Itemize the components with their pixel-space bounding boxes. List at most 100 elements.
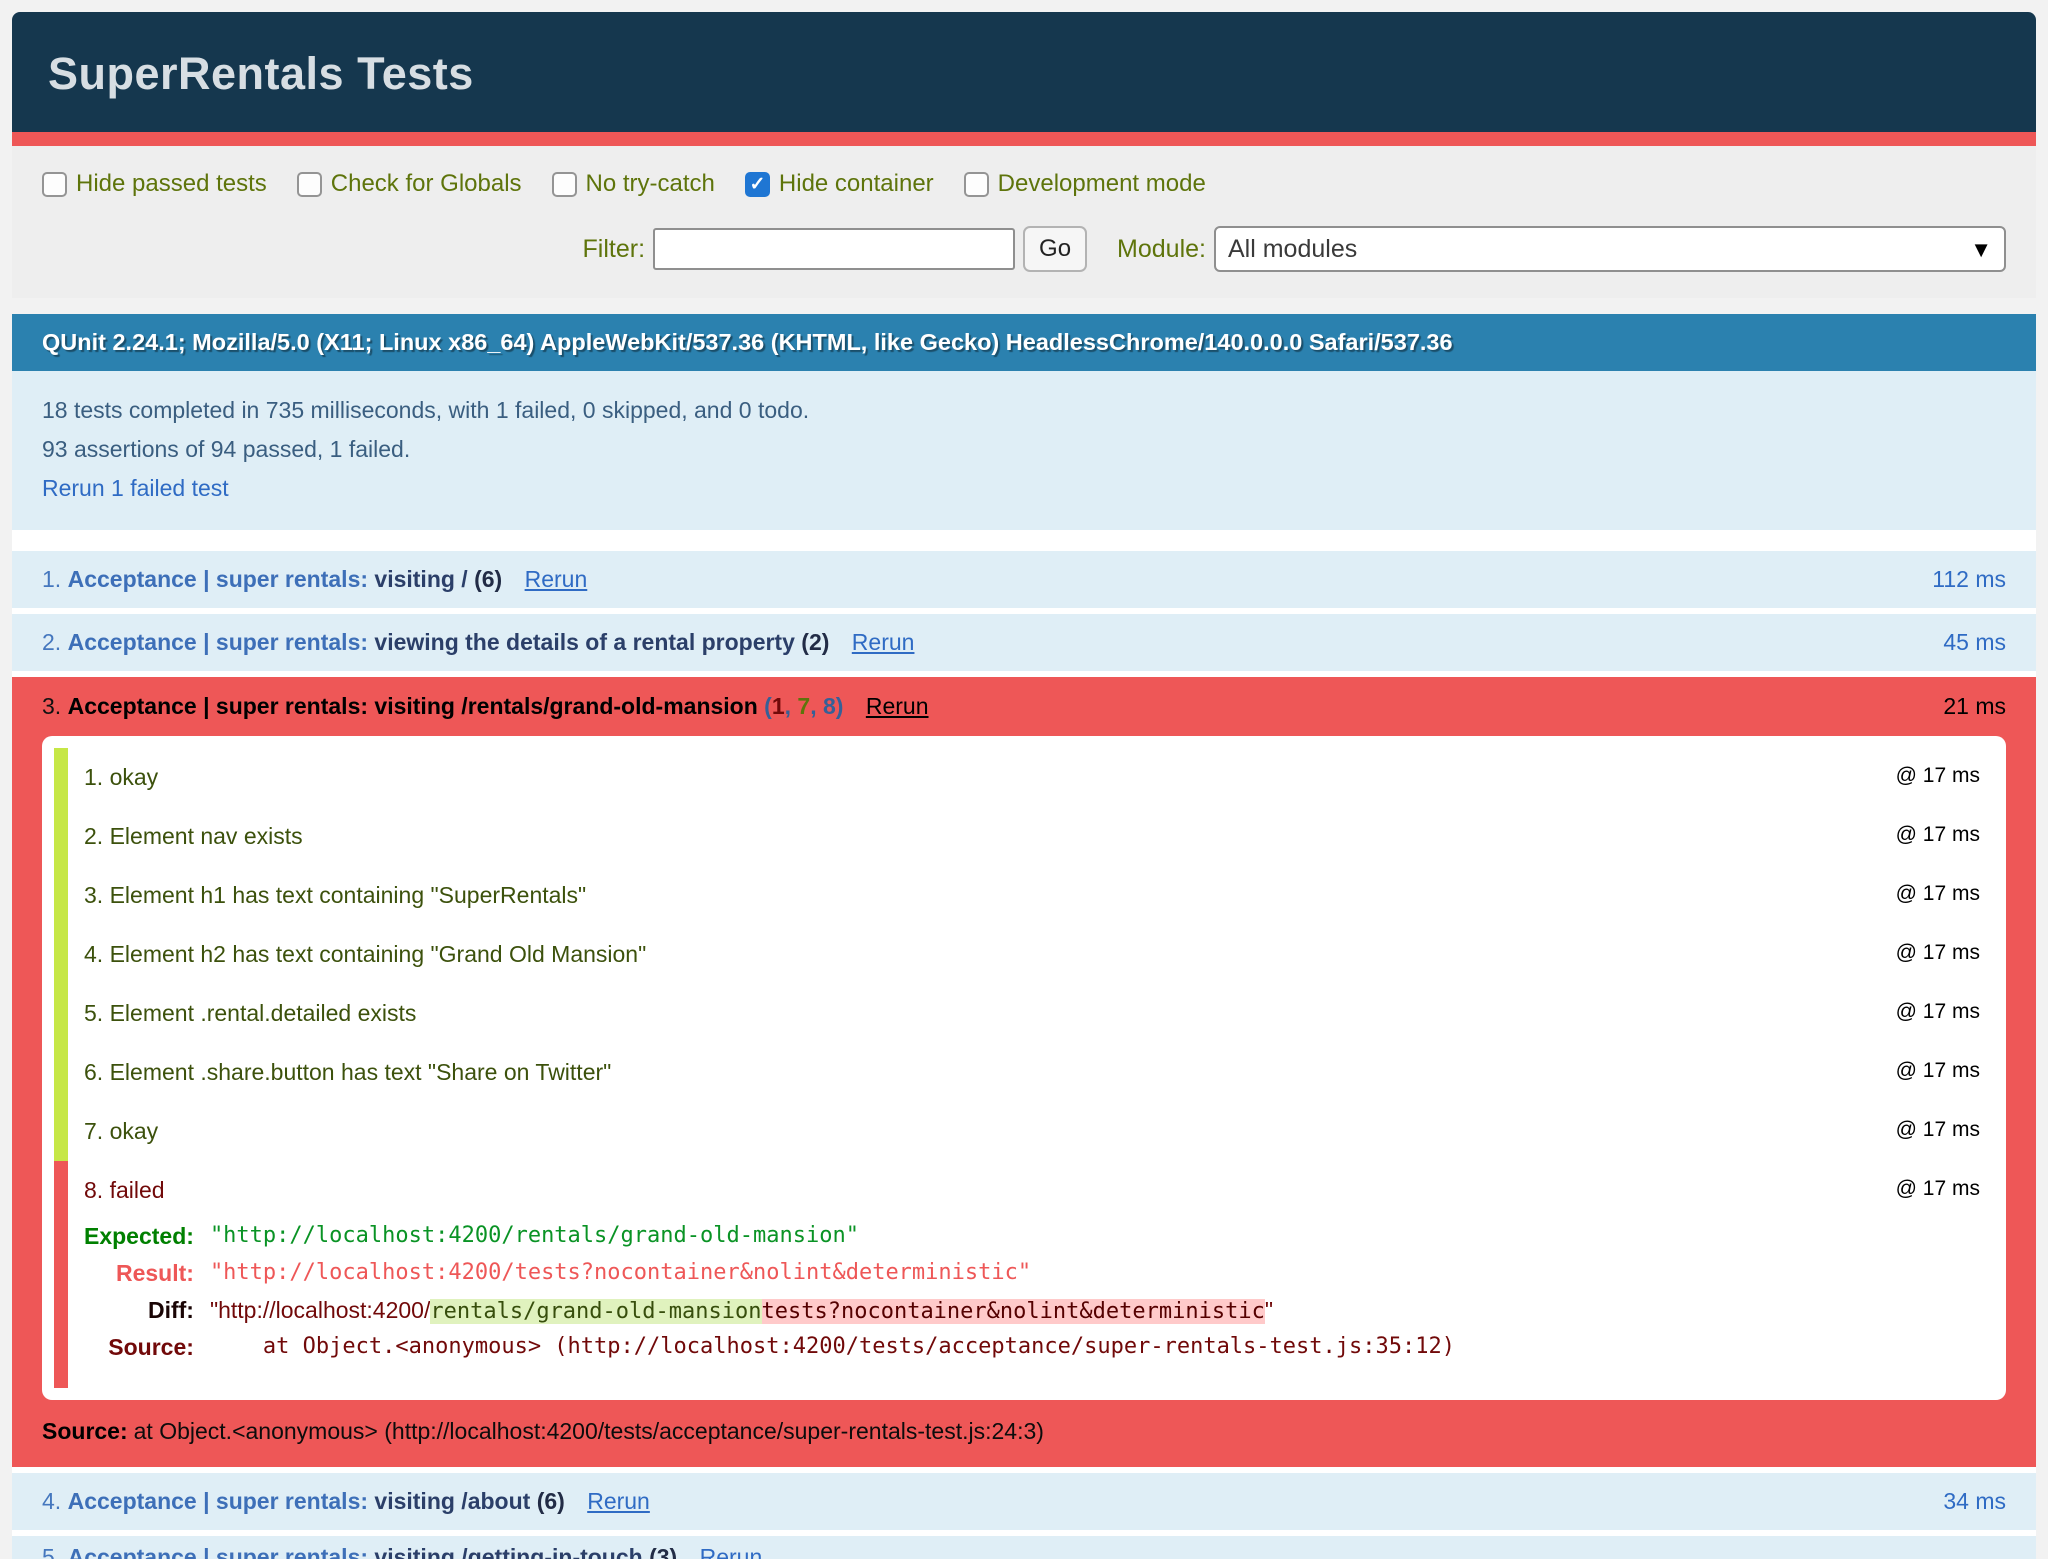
test-row: 5. Acceptance | super rentals: visiting … [12, 1536, 2036, 1559]
source-value: at Object.<anonymous> (http://localhost:… [210, 1329, 1455, 1366]
diff-unchanged: "http://localhost:4200/ [210, 1297, 430, 1323]
assertion-item: @ 17 ms 3. Element h1 has text containin… [54, 866, 1994, 925]
dropdown-arrow-icon: ▼ [1970, 237, 1992, 263]
assertion-runtime: @ 17 ms [1896, 1000, 1980, 1024]
assertion-message: Element .rental.detailed exists [110, 1000, 417, 1026]
test-row-title[interactable]: 2. Acceptance | super rentals: viewing t… [42, 629, 914, 656]
test-number: 1. [42, 566, 61, 592]
toolbar-filter-row: Filter: Go Module: All modules ▼ [42, 226, 2006, 272]
passed-count: 7 [797, 693, 810, 719]
assertion-runtime: @ 17 ms [1896, 764, 1980, 788]
rerun-link[interactable]: Rerun [587, 1488, 650, 1514]
assertion-number: 8. [84, 1177, 103, 1203]
test-module-name: Acceptance | super rentals: [68, 1488, 368, 1514]
tests-list: 1. Acceptance | super rentals: visiting … [12, 530, 2036, 1559]
test-source-line: Source:at Object.<anonymous> (http://loc… [12, 1400, 2036, 1447]
assertion-item: @ 17 ms 5. Element .rental.detailed exis… [54, 984, 1994, 1043]
assertion-number: 2. [84, 823, 103, 849]
test-number: 5. [42, 1544, 61, 1559]
assertion-number: 7. [84, 1118, 103, 1144]
toolbar-checkbox-row: Hide passed tests Check for Globals No t… [42, 170, 2006, 198]
diff-actual-part: tests?nocontainer&nolint&deterministic [762, 1299, 1265, 1324]
source-label: Source: [84, 1329, 210, 1366]
diff-label: Diff: [84, 1292, 210, 1329]
test-runtime: 45 ms [1943, 629, 2006, 656]
page-header: SuperRentals Tests [12, 12, 2036, 132]
test-assertion-counts: (2) [801, 629, 829, 655]
assertion-message: Element .share.button has text "Share on… [110, 1059, 612, 1085]
assertion-item: @ 17 ms 1. okay [54, 748, 1994, 807]
test-name: visiting /about [374, 1488, 530, 1514]
module-label: Module: [1117, 235, 1206, 264]
checkbox-box [297, 172, 322, 197]
test-row-title[interactable]: 5. Acceptance | super rentals: visiting … [42, 1544, 762, 1559]
test-name: visiting / [374, 566, 467, 592]
assertion-runtime: @ 17 ms [1896, 941, 1980, 965]
assertion-item: @ 17 ms 7. okay [54, 1102, 1994, 1161]
assertion-number: 1. [84, 764, 103, 790]
test-number: 3. [42, 693, 61, 719]
testrunner-toolbar: Hide passed tests Check for Globals No t… [12, 146, 2036, 298]
rerun-link[interactable]: Rerun [852, 629, 915, 655]
module-select-value: All modules [1228, 235, 1357, 264]
checkbox-label: Development mode [998, 170, 1206, 198]
module-select[interactable]: All modules ▼ [1214, 226, 2006, 272]
assertion-number: 3. [84, 882, 103, 908]
go-button[interactable]: Go [1023, 226, 1087, 272]
test-row-title[interactable]: 1. Acceptance | super rentals: visiting … [42, 566, 587, 593]
filter-label: Filter: [583, 235, 646, 264]
assertion-message: Element h2 has text containing "Grand Ol… [110, 941, 647, 967]
assertion-item: @ 17 ms 2. Element nav exists [54, 807, 1994, 866]
test-module-name: Acceptance | super rentals: [68, 566, 368, 592]
failed-test-row: 3. Acceptance | super rentals: visiting … [12, 677, 2036, 730]
failed-test-block: 3. Acceptance | super rentals: visiting … [12, 677, 2036, 1467]
assertion-message: Element nav exists [110, 823, 303, 849]
rerun-failed-link[interactable]: Rerun 1 failed test [42, 475, 229, 501]
assertion-number: 4. [84, 941, 103, 967]
test-runtime: 112 ms [1932, 566, 2006, 593]
checkbox-box [964, 172, 989, 197]
rerun-link[interactable]: Rerun [866, 693, 929, 719]
page-title: SuperRentals Tests [48, 48, 2000, 100]
assertion-number: 6. [84, 1059, 103, 1085]
assertion-runtime: @ 17 ms [1896, 823, 1980, 847]
test-row: 1. Acceptance | super rentals: visiting … [12, 551, 2036, 608]
source-value: at Object.<anonymous> (http://localhost:… [134, 1418, 1044, 1444]
filter-input[interactable] [653, 228, 1015, 270]
failed-count: 1 [772, 693, 785, 719]
result-label: Result: [84, 1255, 210, 1292]
test-name: visiting /getting-in-touch [374, 1544, 642, 1559]
diff-expected-part: rentals/grand-old-mansion [430, 1299, 761, 1324]
user-agent-bar: QUnit 2.24.1; Mozilla/5.0 (X11; Linux x8… [12, 314, 2036, 371]
summary-line-assertions: 93 assertions of 94 passed, 1 failed. [42, 430, 2006, 469]
source-label: Source: [42, 1418, 128, 1444]
expected-label: Expected: [84, 1218, 210, 1255]
checkbox-check-icon: ✓ [749, 175, 765, 194]
checkbox-no-try-catch[interactable]: No try-catch [552, 170, 715, 198]
checkbox-box [552, 172, 577, 197]
assertion-message: okay [110, 1118, 159, 1144]
failed-assertion-item: @ 17 ms 8. failed Expected: "http://loca… [54, 1161, 1994, 1388]
checkbox-hide-container[interactable]: ✓ Hide container [745, 170, 934, 198]
checkbox-check-for-globals[interactable]: Check for Globals [297, 170, 522, 198]
test-number: 2. [42, 629, 61, 655]
fail-banner [12, 132, 2036, 146]
test-module-name: Acceptance | super rentals: [68, 1544, 368, 1559]
assertion-list: @ 17 ms 1. okay @ 17 ms 2. Element nav e… [42, 736, 2006, 1400]
test-name: visiting /rentals/grand-old-mansion [374, 693, 757, 719]
test-module-name: Acceptance | super rentals: [68, 693, 368, 719]
checkbox-label: Check for Globals [331, 170, 522, 198]
checkbox-development-mode[interactable]: Development mode [964, 170, 1206, 198]
test-assertion-counts: (3) [649, 1544, 677, 1559]
rerun-link[interactable]: Rerun [525, 566, 588, 592]
assertion-detail-table: Expected: "http://localhost:4200/rentals… [84, 1218, 1455, 1366]
test-assertion-counts: (6) [474, 566, 502, 592]
checkbox-hide-passed-tests[interactable]: Hide passed tests [42, 170, 267, 198]
result-value: "http://localhost:4200/tests?nocontainer… [210, 1255, 1455, 1292]
assertion-runtime: @ 17 ms [1896, 1059, 1980, 1083]
test-row-title[interactable]: 4. Acceptance | super rentals: visiting … [42, 1488, 650, 1515]
rerun-link[interactable]: Rerun [700, 1544, 763, 1559]
test-row-title[interactable]: 3. Acceptance | super rentals: visiting … [42, 693, 929, 720]
test-runtime: 21 ms [1943, 693, 2006, 720]
test-runtime: 34 ms [1943, 1488, 2006, 1515]
